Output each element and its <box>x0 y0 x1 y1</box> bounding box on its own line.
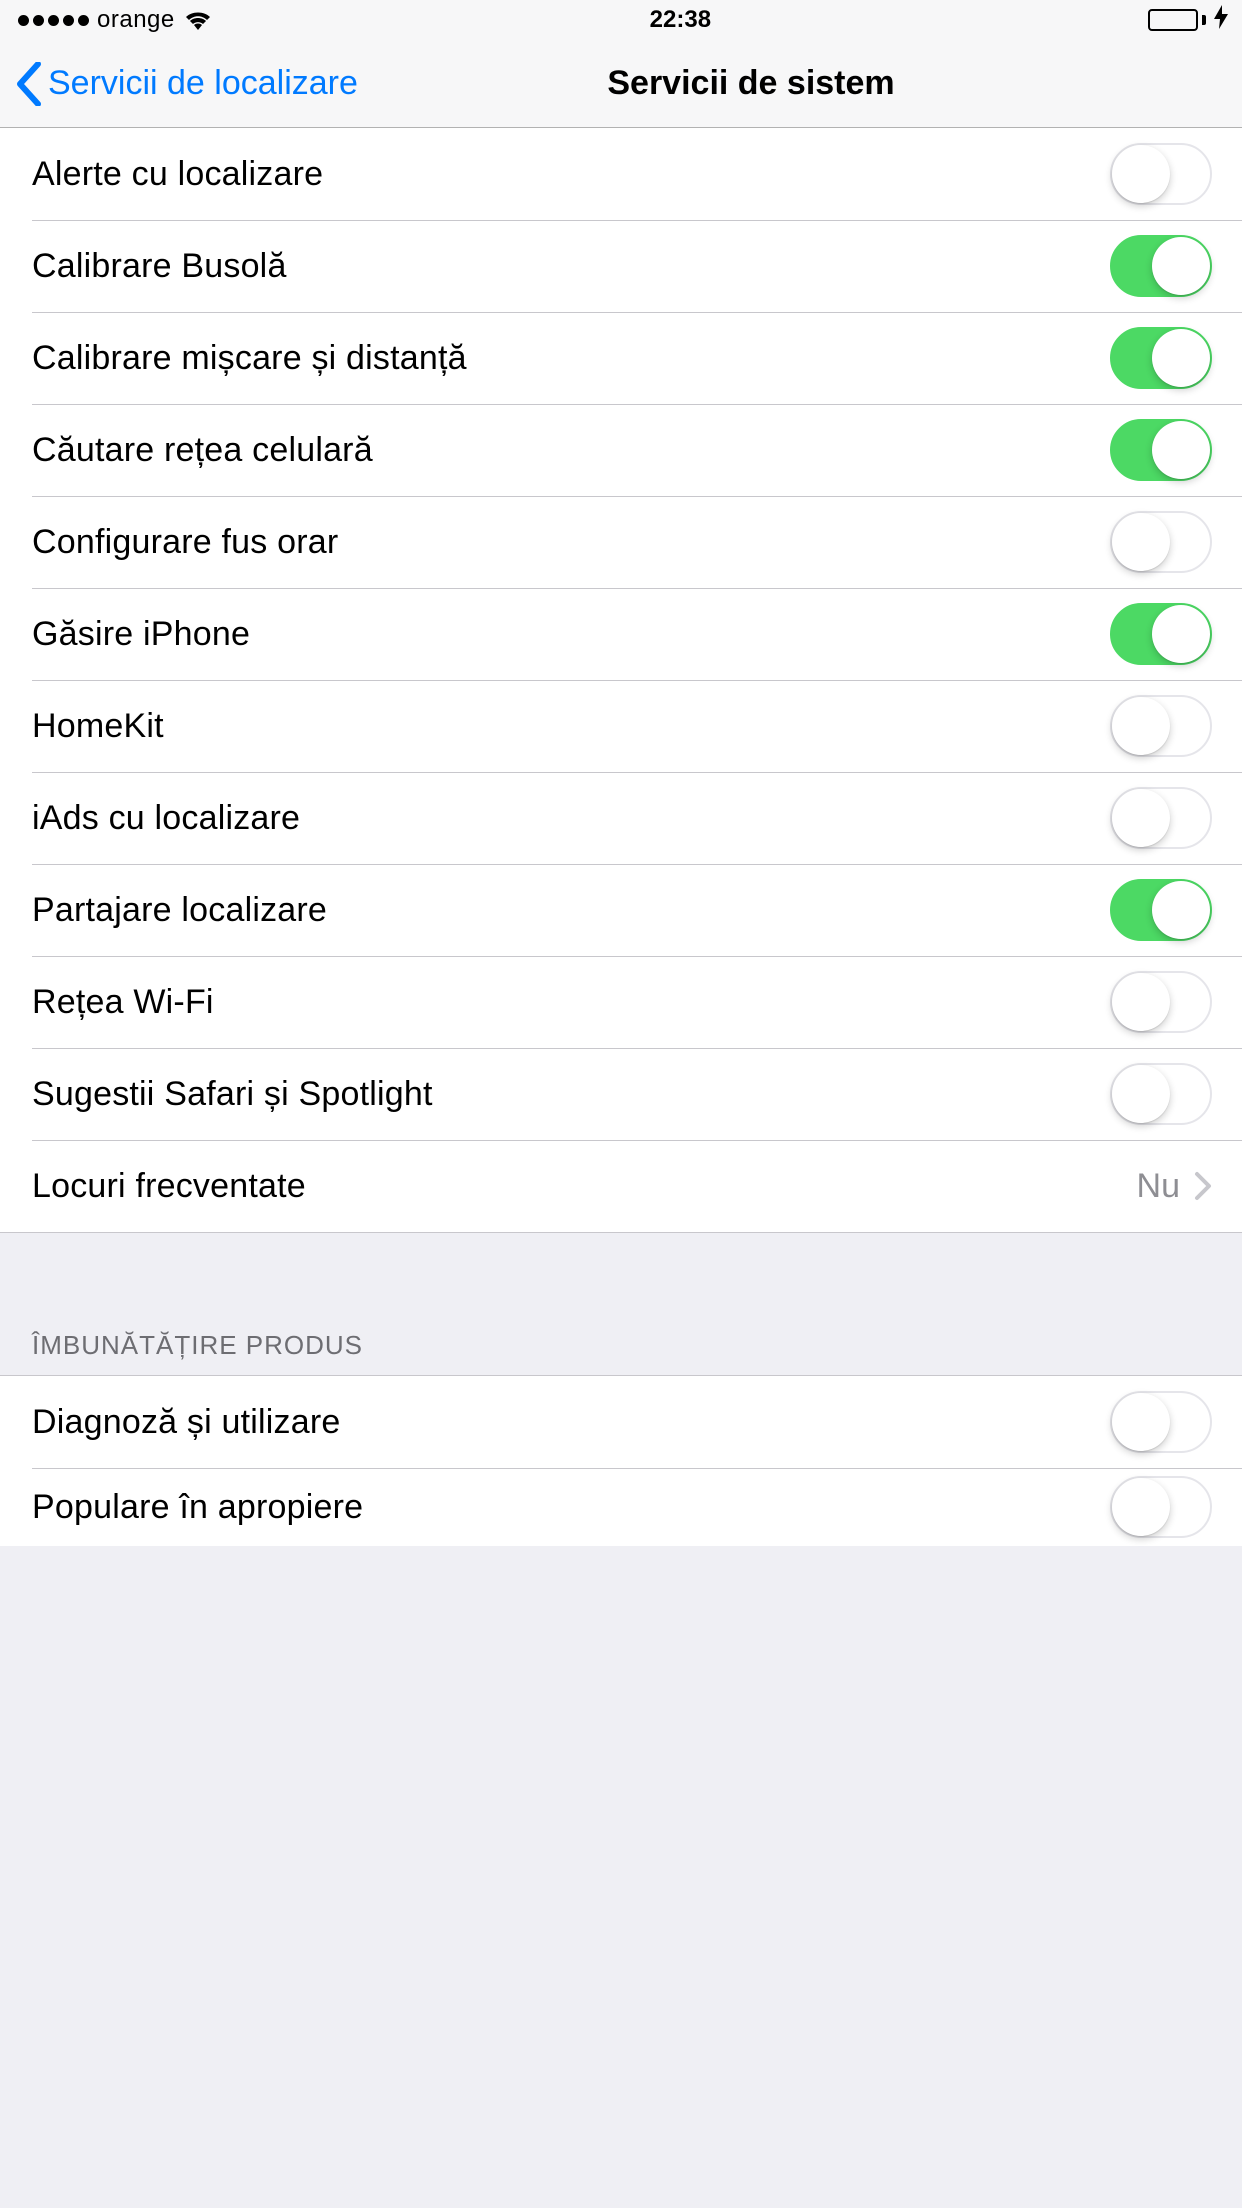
service-row-2: Calibrare mișcare și distanță <box>0 312 1242 404</box>
service-row-9: Rețea Wi-Fi <box>0 956 1242 1048</box>
toggle-knob <box>1112 1393 1170 1451</box>
toggle-knob <box>1112 1065 1170 1123</box>
section-header-product-improvement: ÎMBUNĂTĂȚIRE PRODUS <box>0 1294 1242 1376</box>
charging-icon <box>1214 5 1228 35</box>
toggle-switch[interactable] <box>1110 787 1212 849</box>
carrier-label: orange <box>97 6 175 34</box>
row-label: Populare în apropiere <box>32 1488 1110 1527</box>
service-row-4: Configurare fus orar <box>0 496 1242 588</box>
settings-list-frequent: Locuri frecventate Nu <box>0 1140 1242 1232</box>
service-row-7: iAds cu localizare <box>0 772 1242 864</box>
improve-row-1: Populare în apropiere <box>0 1468 1242 1546</box>
service-row-10: Sugestii Safari și Spotlight <box>0 1048 1242 1140</box>
toggle-knob <box>1152 605 1210 663</box>
battery-icon <box>1148 9 1206 31</box>
row-label: HomeKit <box>32 707 1110 746</box>
row-label: Alerte cu localizare <box>32 155 1110 194</box>
row-label: Diagnoză și utilizare <box>32 1403 1110 1442</box>
toggle-switch[interactable] <box>1110 971 1212 1033</box>
chevron-right-icon <box>1194 1171 1212 1201</box>
settings-list-2: Diagnoză și utilizare Populare în apropie… <box>0 1376 1242 1546</box>
toggle-knob <box>1112 513 1170 571</box>
toggle-switch[interactable] <box>1110 1391 1212 1453</box>
settings-list: Alerte cu localizare Calibrare Busolă Cali… <box>0 128 1242 1140</box>
toggle-knob <box>1112 145 1170 203</box>
toggle-switch[interactable] <box>1110 1476 1212 1538</box>
status-bar-right <box>1148 5 1228 35</box>
toggle-switch[interactable] <box>1110 1063 1212 1125</box>
section-gap <box>0 1232 1242 1294</box>
toggle-knob <box>1112 1478 1170 1536</box>
toggle-switch[interactable] <box>1110 235 1212 297</box>
row-label: Locuri frecventate <box>32 1167 1137 1206</box>
row-label: Partajare localizare <box>32 891 1110 930</box>
back-button[interactable]: Servicii de localizare <box>16 62 358 106</box>
signal-strength-icon <box>18 15 89 26</box>
service-row-6: HomeKit <box>0 680 1242 772</box>
row-label: iAds cu localizare <box>32 799 1110 838</box>
row-label: Găsire iPhone <box>32 615 1110 654</box>
service-row-1: Calibrare Busolă <box>0 220 1242 312</box>
toggle-knob <box>1152 329 1210 387</box>
toggle-switch[interactable] <box>1110 603 1212 665</box>
toggle-switch[interactable] <box>1110 695 1212 757</box>
toggle-knob <box>1112 973 1170 1031</box>
page-title: Servicii de sistem <box>607 64 894 103</box>
status-bar-left: orange <box>18 6 213 34</box>
toggle-switch[interactable] <box>1110 879 1212 941</box>
row-label: Calibrare Busolă <box>32 247 1110 286</box>
toggle-knob <box>1152 881 1210 939</box>
toggle-switch[interactable] <box>1110 327 1212 389</box>
service-row-5: Găsire iPhone <box>0 588 1242 680</box>
status-bar: orange 22:38 <box>0 0 1242 40</box>
row-label: Căutare rețea celulară <box>32 431 1110 470</box>
status-bar-time: 22:38 <box>650 6 711 34</box>
row-label: Rețea Wi-Fi <box>32 983 1110 1022</box>
toggle-knob <box>1112 789 1170 847</box>
service-row-0: Alerte cu localizare <box>0 128 1242 220</box>
service-row-3: Căutare rețea celulară <box>0 404 1242 496</box>
navigation-bar: Servicii de localizare Servicii de siste… <box>0 40 1242 128</box>
row-label: Configurare fus orar <box>32 523 1110 562</box>
wifi-icon <box>183 9 213 31</box>
toggle-switch[interactable] <box>1110 419 1212 481</box>
service-row-8: Partajare localizare <box>0 864 1242 956</box>
improve-row-0: Diagnoză și utilizare <box>0 1376 1242 1468</box>
row-label: Calibrare mișcare și distanță <box>32 339 1110 378</box>
row-label: Sugestii Safari și Spotlight <box>32 1075 1110 1114</box>
toggle-knob <box>1152 421 1210 479</box>
chevron-left-icon <box>16 62 42 106</box>
row-frequent-locations[interactable]: Locuri frecventate Nu <box>0 1140 1242 1232</box>
back-label: Servicii de localizare <box>48 64 358 103</box>
toggle-knob <box>1152 237 1210 295</box>
toggle-knob <box>1112 697 1170 755</box>
toggle-switch[interactable] <box>1110 143 1212 205</box>
toggle-switch[interactable] <box>1110 511 1212 573</box>
row-detail-value: Nu <box>1137 1167 1180 1206</box>
